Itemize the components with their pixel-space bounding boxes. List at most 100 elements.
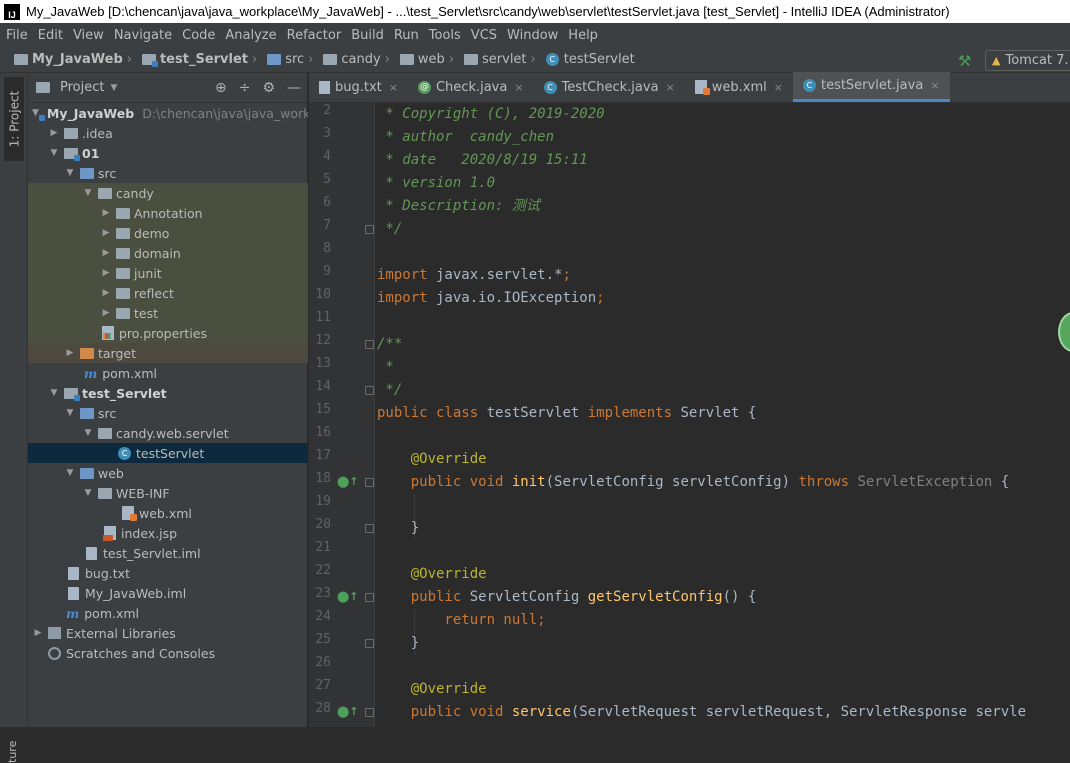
tab-check-java[interactable]: @ Check.java ×	[408, 72, 534, 102]
code-line: @Override	[377, 566, 487, 582]
collapse-icon[interactable]: ÷	[239, 80, 251, 96]
menu-help[interactable]: Help	[568, 28, 598, 43]
close-icon[interactable]: ×	[774, 81, 783, 94]
menu-file[interactable]: File	[6, 28, 28, 43]
tree-item[interactable]: ▼ candy.web.servlet	[28, 423, 308, 443]
crumb-module[interactable]: test_Servlet ›	[141, 52, 261, 67]
class-icon: C	[543, 80, 557, 94]
folder-icon	[14, 54, 28, 65]
tree-item[interactable]: Scratches and Consoles	[28, 643, 308, 663]
close-icon[interactable]: ×	[666, 81, 675, 94]
run-config-select[interactable]: ▲ Tomcat 7.	[985, 50, 1070, 71]
crumb-web[interactable]: web ›	[399, 52, 458, 67]
fold-marker-icon[interactable]	[365, 708, 374, 717]
crumb-src[interactable]: src ›	[267, 52, 317, 67]
tab-web-xml[interactable]: web.xml ×	[685, 72, 793, 102]
tree-item[interactable]: ▼ test_Servlet	[28, 383, 308, 403]
xml-file-icon	[694, 80, 710, 95]
menu-run[interactable]: Run	[394, 28, 419, 43]
tree-item[interactable]: m pom.xml	[28, 603, 308, 623]
implements-method-icon[interactable]: ⬤↑	[337, 705, 359, 718]
tree-item[interactable]: ▶ .idea	[28, 123, 308, 143]
menu-window[interactable]: Window	[507, 28, 558, 43]
project-tree: ▼My_JavaWebD:\chencan\java\java_workplac…	[28, 103, 308, 663]
implements-method-icon[interactable]: ⬤↑	[337, 475, 359, 488]
fold-marker-icon[interactable]	[365, 478, 374, 487]
menu-tools[interactable]: Tools	[429, 28, 461, 43]
crumb-servlet[interactable]: servlet ›	[464, 52, 540, 67]
tree-item[interactable]: ▶ target	[28, 343, 308, 363]
tree-item[interactable]: ▼My_JavaWebD:\chencan\java\java_workplac…	[28, 103, 308, 123]
menu-analyze[interactable]: Analyze	[225, 28, 276, 43]
tree-item[interactable]: ▶ External Libraries	[28, 623, 308, 643]
code-line: * Copyright (C), 2019-2020	[377, 106, 605, 122]
tree-item[interactable]: ▼ web	[28, 463, 308, 483]
tree-item[interactable]: My_JavaWeb.iml	[28, 583, 308, 603]
code-line: @Override	[377, 451, 487, 467]
menu-edit[interactable]: Edit	[38, 28, 63, 43]
tree-item[interactable]: ▶ test	[28, 303, 308, 323]
gear-icon[interactable]: ⚙	[262, 80, 275, 96]
fold-marker-icon[interactable]	[365, 386, 374, 395]
tree-item[interactable]: ▶ domain	[28, 243, 308, 263]
tree-item[interactable]: ▶ demo	[28, 223, 308, 243]
implements-method-icon[interactable]: ⬤↑	[337, 590, 359, 603]
tab-testcheck-java[interactable]: C TestCheck.java ×	[534, 72, 685, 102]
fold-marker-icon[interactable]	[365, 225, 374, 234]
tree-item[interactable]: test_Servlet.iml	[28, 543, 308, 563]
fold-marker-icon[interactable]	[365, 639, 374, 648]
tab-testservlet-java[interactable]: CtestServlet.java ×	[792, 72, 950, 102]
close-icon[interactable]: ×	[389, 81, 398, 94]
tab-bug-txt[interactable]: bug.txt ×	[309, 72, 408, 102]
line-number: 12	[315, 333, 331, 348]
menu-refactor[interactable]: Refactor	[287, 28, 342, 43]
line-number: 10	[315, 287, 331, 302]
fold-marker-icon[interactable]	[365, 340, 374, 349]
tree-item[interactable]: ▼ WEB-INF	[28, 483, 308, 503]
project-tool-button[interactable]: 1: Project	[4, 77, 24, 161]
tree-item[interactable]: bug.txt	[28, 563, 308, 583]
code-editor[interactable]: 2 3 4 5 6 7 8 9 10 11 12 13 14 15 16 17 …	[309, 103, 1070, 727]
structure-tool-button[interactable]: ture	[6, 741, 19, 763]
code-line: public ServletConfig getServletConfig() …	[377, 589, 757, 605]
build-hammer-icon[interactable]: ⚒	[958, 52, 971, 70]
fold-marker-icon[interactable]	[365, 593, 374, 602]
close-icon[interactable]: ×	[930, 79, 939, 92]
line-number: 20	[315, 517, 331, 532]
folder-icon	[36, 82, 50, 93]
left-tool-strip: 1: Project ture	[0, 73, 28, 763]
code-line: return null;	[377, 612, 546, 628]
menu-build[interactable]: Build	[351, 28, 384, 43]
close-icon[interactable]: ×	[514, 81, 523, 94]
hide-icon[interactable]: —	[287, 80, 301, 96]
project-view-select[interactable]: Project ▼	[36, 80, 117, 95]
locate-icon[interactable]: ⊕	[215, 80, 227, 96]
project-panel-header: Project ▼ ⊕ ÷ ⚙ —	[28, 73, 307, 103]
code-line: *	[377, 359, 394, 375]
menu-vcs[interactable]: VCS	[471, 28, 497, 43]
folder-icon	[267, 54, 282, 65]
fold-marker-icon[interactable]	[365, 524, 374, 533]
menu-navigate[interactable]: Navigate	[114, 28, 172, 43]
menu-code[interactable]: Code	[182, 28, 215, 43]
tree-item[interactable]: ▼ src	[28, 403, 308, 423]
tree-item[interactable]: ▼ src	[28, 163, 308, 183]
line-number: 19	[315, 494, 331, 509]
tree-item[interactable]: ▶ junit	[28, 263, 308, 283]
code-line: }	[377, 635, 420, 651]
tree-item[interactable]: ▼ 01	[28, 143, 308, 163]
tree-item[interactable]: ▶ Annotation	[28, 203, 308, 223]
line-number: 3	[323, 126, 331, 141]
tree-item[interactable]: index.jsp	[28, 523, 308, 543]
tree-item[interactable]: web.xml	[28, 503, 308, 523]
tree-item[interactable]: m pom.xml	[28, 363, 308, 383]
code-line: */	[377, 382, 403, 398]
tree-item[interactable]: ▶ reflect	[28, 283, 308, 303]
tree-item-selected[interactable]: CtestServlet	[28, 443, 308, 463]
crumb-testservlet[interactable]: CtestServlet	[545, 52, 635, 67]
crumb-candy[interactable]: candy ›	[323, 52, 394, 67]
crumb-project[interactable]: My_JavaWeb ›	[14, 52, 136, 67]
tree-item[interactable]: pro.properties	[28, 323, 308, 343]
tree-item[interactable]: ▼ candy	[28, 183, 308, 203]
menu-view[interactable]: View	[73, 28, 104, 43]
